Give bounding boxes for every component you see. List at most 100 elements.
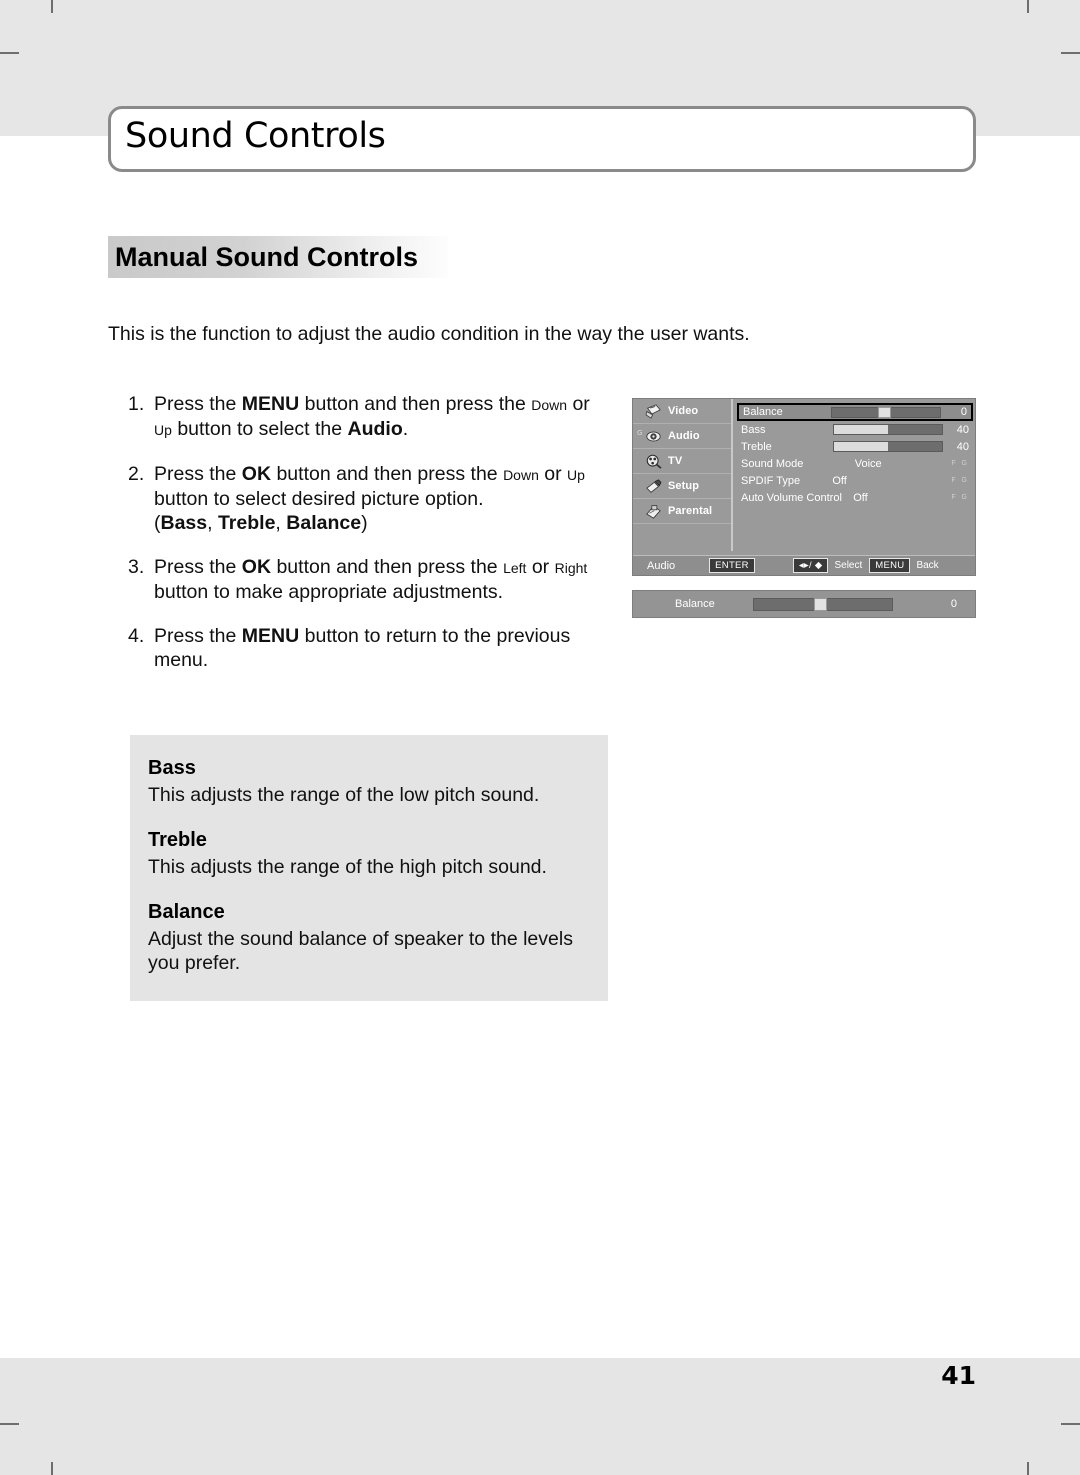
definition-term: Treble <box>148 829 207 851</box>
crop-mark-right-bottom <box>1061 1423 1080 1425</box>
definition-block: Treble This adjusts the range of the high… <box>148 829 588 879</box>
step-key-label: Up <box>567 467 585 483</box>
definition-description: This adjusts the range of the low pitch … <box>148 784 540 806</box>
step-text: . <box>402 418 409 440</box>
osd-nav-item-setup[interactable]: Setup <box>633 474 731 499</box>
osd-select-label: Select <box>834 560 863 571</box>
osd-setting-row[interactable]: Bass 40 <box>737 421 973 438</box>
step-text: Audio <box>347 418 403 440</box>
osd-nav-item-parental[interactable]: Parental <box>633 499 731 524</box>
definition-term: Balance <box>148 901 225 923</box>
osd-setting-label: Treble <box>741 440 772 453</box>
balance-overlay-label: Balance <box>675 598 715 610</box>
slider-thumb[interactable] <box>877 406 891 418</box>
step-text: button to select the <box>171 418 348 440</box>
osd-bass-slider[interactable] <box>833 424 943 435</box>
osd-nav-item-video[interactable]: Video <box>633 399 731 424</box>
osd-setting-label: Auto Volume Control <box>741 491 842 504</box>
crop-mark-top-left <box>51 0 53 13</box>
balance-overlay-slider[interactable] <box>753 597 893 611</box>
audio-icon <box>646 431 661 441</box>
osd-setting-label: Sound Mode <box>741 457 804 470</box>
step-key-label: Up <box>154 422 172 438</box>
osd-back-label: Back <box>916 560 939 571</box>
chapter-title: Sound Controls <box>125 116 386 156</box>
step-number: 2. <box>128 463 145 485</box>
menu-key-chip[interactable]: MENU <box>869 558 911 573</box>
step-text: button to make appropriate adjustments. <box>154 581 504 603</box>
dpad-key-chip[interactable]: ◂▸/ ◆ <box>792 558 829 573</box>
osd-nav-item-tv[interactable]: TV <box>633 449 731 474</box>
osd-settings-panel: Balance 0 Bass 40 Treble 40 Sound Mode Voice F G… <box>737 403 973 506</box>
step-text: Press the <box>154 393 242 415</box>
osd-nav-item-audio[interactable]: G Audio <box>633 424 731 449</box>
definition-description: This adjusts the range of the high pitch… <box>148 856 547 878</box>
osd-setting-value: Off <box>853 491 868 504</box>
step-text: Press the <box>154 625 242 647</box>
manual-page: Sound Controls Manual Sound Controls Thi… <box>0 0 1080 1475</box>
page-number: 41 <box>941 1361 976 1390</box>
osd-adjust-arrows-icon[interactable]: F G <box>943 494 973 501</box>
osd-footer-title: Audio <box>647 559 676 572</box>
step-text: button and then press the <box>271 556 504 578</box>
osd-nav-label: Parental <box>668 505 713 517</box>
step-number: 3. <box>128 556 145 578</box>
balance-overlay-value: 0 <box>950 598 957 610</box>
step-item: 2. Press the OK button and then press the… <box>128 462 598 535</box>
definitions-box: Bass This adjusts the range of the low pi… <box>130 735 608 1001</box>
step-number: 4. <box>128 625 145 647</box>
osd-balance-slider[interactable] <box>831 406 941 418</box>
step-text: MENU <box>241 393 300 415</box>
crop-mark-left-top <box>0 52 19 54</box>
steps-list: 1. Press the MENU button and then press t… <box>128 392 598 692</box>
crop-mark-right-top <box>1061 52 1080 54</box>
step-text: or <box>526 556 555 578</box>
crop-mark-bottom-right <box>1027 1462 1029 1475</box>
osd-adjust-arrows-icon[interactable]: F G <box>943 460 973 467</box>
balance-overlay-thumb[interactable] <box>814 597 828 611</box>
video-icon <box>645 403 661 419</box>
step-text: Balance <box>286 512 362 534</box>
osd-menu-screenshot: Video G Audio TV Setup Parental Balance 0 Bass 4… <box>632 398 976 576</box>
step-key-label: Down <box>503 467 539 483</box>
definition-block: Balance Adjust the sound balance of speak… <box>148 901 588 975</box>
osd-sidebar: Video G Audio TV Setup Parental <box>633 399 733 551</box>
chapter-title-box: Sound Controls <box>108 106 976 172</box>
osd-setting-label: Balance <box>743 406 783 418</box>
osd-footer-bar: Audio ENTER ◂▸/ ◆ Select MENU Back <box>633 555 975 575</box>
step-text: Treble <box>217 512 276 534</box>
osd-setting-value: 40 <box>956 423 969 436</box>
definition-term: Bass <box>148 757 196 779</box>
step-text: button and then press the <box>299 393 532 415</box>
step-text: button to select desired picture option. <box>154 488 484 510</box>
step-text: , <box>207 512 218 534</box>
osd-setting-value: Voice <box>854 457 882 470</box>
step-text: button and then press the <box>271 463 504 485</box>
osd-adjust-arrows-icon[interactable]: F G <box>943 477 973 484</box>
crop-mark-left-bottom <box>0 1423 19 1425</box>
osd-nav-label: Setup <box>668 480 700 492</box>
step-text: OK <box>241 463 272 485</box>
osd-setting-row[interactable]: Treble 40 <box>737 438 973 455</box>
step-text: OK <box>241 556 272 578</box>
osd-setting-row[interactable]: SPDIF Type Off F G <box>737 472 973 489</box>
osd-setting-row[interactable]: Sound Mode Voice F G <box>737 455 973 472</box>
setup-icon <box>646 478 662 493</box>
enter-key-chip[interactable]: ENTER <box>709 558 755 573</box>
definition-block: Bass This adjusts the range of the low pi… <box>148 757 588 807</box>
definition-description: Adjust the sound balance of speaker to t… <box>148 928 573 974</box>
section-heading-text: Manual Sound Controls <box>115 241 418 272</box>
osd-setting-label: SPDIF Type <box>741 474 801 487</box>
osd-setting-value: 40 <box>956 440 969 453</box>
slider-fill <box>834 425 888 434</box>
slider-fill <box>834 442 888 451</box>
parental-icon <box>646 504 661 519</box>
osd-setting-label: Bass <box>741 423 766 436</box>
osd-setting-row[interactable]: Auto Volume Control Off F G <box>737 489 973 506</box>
section-heading-box: Manual Sound Controls <box>108 236 448 278</box>
step-key-label: Left <box>503 560 527 576</box>
osd-treble-slider[interactable] <box>833 441 943 452</box>
step-item: 3. Press the OK button and then press the… <box>128 555 598 604</box>
osd-setting-row[interactable]: Balance 0 <box>737 403 973 421</box>
osd-setting-value: 0 <box>960 406 967 418</box>
